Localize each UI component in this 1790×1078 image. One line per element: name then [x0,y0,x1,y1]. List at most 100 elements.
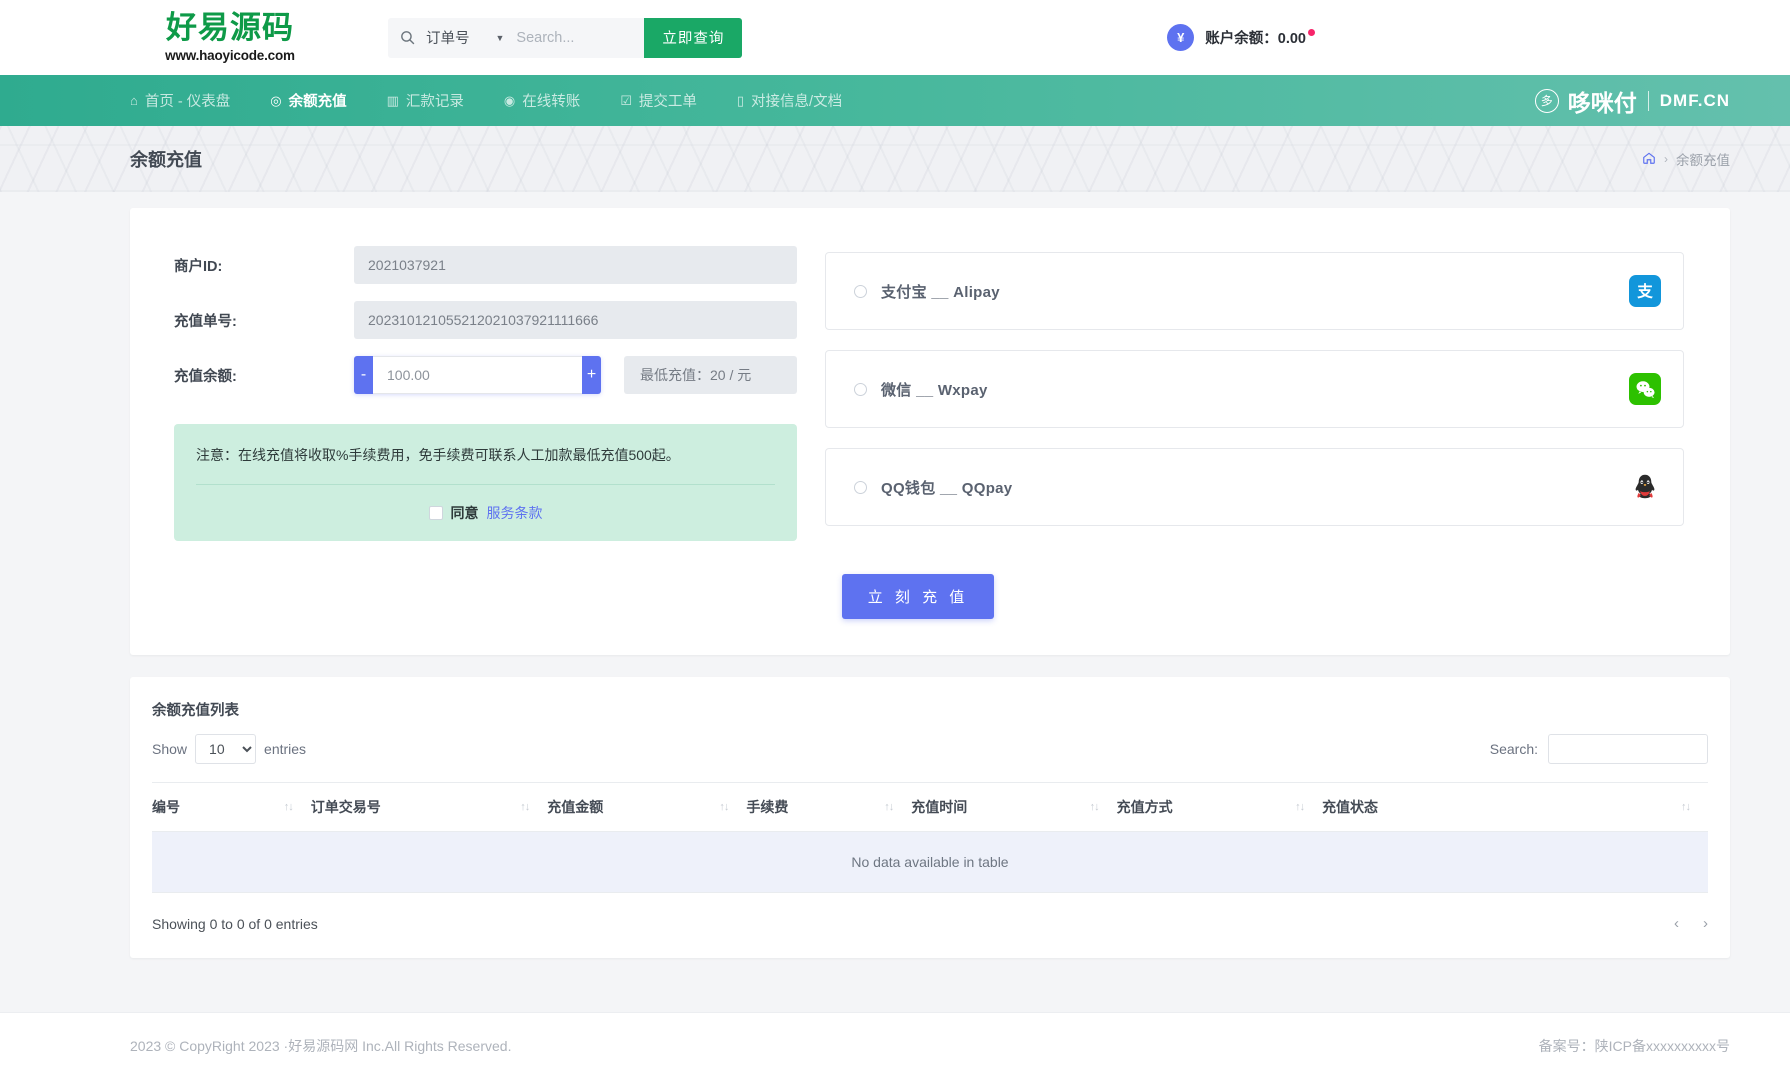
column-header-method[interactable]: 充值方式 ↑↓ [1116,782,1323,832]
table-empty-row: No data available in table [152,831,1708,893]
label-merchant-id: 商户ID: [174,258,223,275]
breadcrumb-current: 余额充值 [1676,153,1730,168]
search-type-dropdown[interactable]: 订单号 ▼ [426,18,516,58]
page-title: 余额充值 [130,150,202,170]
table-search-label: Search: [1489,741,1538,757]
doc-icon: ▯ [736,93,745,108]
label-order-no: 充值单号: [174,313,237,330]
nav-label-remittance: 汇款记录 [405,94,464,110]
page-size-select[interactable]: 10 25 50 100 [195,734,257,764]
amount-increase-button[interactable]: + [582,356,601,394]
search-input[interactable] [516,17,645,58]
payment-label-qqpay: QQ钱包 __ QQpay [881,479,1013,497]
agree-label: 同意 [450,505,479,522]
submit-recharge-button[interactable]: 立 刻 充 值 [841,574,995,619]
breadcrumb: › 余额充值 [1642,149,1730,169]
agreement-row: 同意 服务条款 [196,485,775,523]
column-header-fee[interactable]: 手续费 ↑↓ [746,782,912,832]
radio-qqpay[interactable] [854,480,867,494]
main-navigation: ⌂ 首页 - 仪表盘 ◎ 余额充值 ▥ 汇款记录 ◉ 在线转账 ☑ 提交工单 ▯… [0,75,1790,126]
table-header-row: 编号 ↑↓ 订单交易号 ↑↓ 充值金额 ↑↓ 手续费 ↑↓ 充值时间 ↑↓ 充值方式 ↑↓ … [152,782,1708,832]
search-submit-button[interactable]: 立即查询 [644,17,743,58]
wallet-icon: ◎ [270,93,282,108]
column-header-id[interactable]: 编号 ↑↓ [152,782,311,832]
brand-name-cn: 哆咪付 [1567,90,1637,117]
account-balance[interactable]: ¥ 账户余额：0.00 [1167,24,1315,51]
brand-mark-icon: 多 [1534,88,1559,113]
recharge-table: 编号 ↑↓ 订单交易号 ↑↓ 充值金额 ↑↓ 手续费 ↑↓ 充值时间 ↑↓ 充值方式 ↑↓ … [152,782,1708,893]
column-header-amount[interactable]: 充值金额 ↑↓ [547,782,747,832]
breadcrumb-separator: › [1664,152,1668,166]
notification-dot-icon [1308,29,1315,36]
table-search-input[interactable] [1548,734,1708,764]
agree-checkbox[interactable] [428,506,443,521]
nav-label-docs: 对接信息/文档 [751,94,843,110]
recharge-form: 商户ID: 2021037921 充值单号: 20231012105521202… [152,246,797,546]
payment-option-qqpay[interactable]: QQ钱包 __ QQpay [825,448,1684,526]
sort-icon: ↑↓ [884,801,894,813]
logo-url-text: www.haoyicode.com [165,47,295,63]
payment-option-alipay[interactable]: 支付宝 __ Alipay 支 [825,252,1684,330]
radio-alipay[interactable] [854,284,867,298]
nav-item-dashboard[interactable]: ⌂ 首页 - 仪表盘 [130,90,230,111]
recharge-list-card: 余额充值列表 Show 10 25 50 100 entries Search: [130,677,1730,958]
nav-item-remittance[interactable]: ▥ 汇款记录 [387,90,464,111]
list-controls: Show 10 25 50 100 entries Search: [152,734,1708,764]
yen-currency-icon: ¥ [1167,24,1195,51]
payment-option-wechat[interactable]: 微信 __ Wxpay [825,350,1684,428]
nav-item-transfer[interactable]: ◉ 在线转账 [504,90,580,111]
page-root: 好易源码 www.haoyicode.com 订单号 ▼ 立即查询 ¥ 账户余额… [0,0,1790,1078]
sort-icon: ↑↓ [520,801,530,813]
entries-label: entries [264,741,307,757]
global-search-bar[interactable]: 订单号 ▼ 立即查询 [388,17,743,58]
amount-stepper[interactable]: - + [354,356,601,394]
chevron-down-icon: ▼ [495,32,505,43]
breadcrumb-home-icon[interactable] [1642,151,1656,168]
nav-label-transfer: 在线转账 [522,94,581,110]
payment-label-alipay: 支付宝 __ Alipay [881,283,1000,301]
sort-icon: ↑↓ [283,801,294,813]
nav-item-recharge[interactable]: ◎ 余额充值 [270,90,346,111]
nav-label-dashboard: 首页 - 仪表盘 [144,94,231,110]
table-pagination: ‹ › [1674,915,1708,932]
pagination-next-button[interactable]: › [1703,915,1708,932]
minimum-recharge-note: 最低充值：20 / 元 [624,356,797,394]
table-footer: Showing 0 to 0 of 0 entries ‹ › [152,915,1708,932]
wechat-icon [1629,373,1661,405]
pagination-prev-button[interactable]: ‹ [1674,915,1679,932]
home-icon: ⌂ [130,93,138,108]
page-footer: 2023 © CopyRight 2023 ·好易源码网 Inc.All Rig… [0,1012,1790,1078]
column-header-transaction-no[interactable]: 订单交易号 ↑↓ [310,782,548,832]
column-label: 编号 [152,799,180,815]
payment-label-wechat: 微信 __ Wxpay [881,381,988,399]
payment-method-list: 支付宝 __ Alipay 支 微信 __ Wxpay QQ钱包 __ QQpa… [825,246,1684,546]
column-label: 充值时间 [911,799,968,815]
brand-divider [1647,90,1649,111]
search-type-label: 订单号 [426,31,470,47]
sort-icon: ↑↓ [1681,801,1691,813]
svg-text:支: 支 [1636,282,1653,301]
radio-wechat[interactable] [854,382,867,396]
amount-decrease-button[interactable]: - [354,356,373,394]
notice-text: 注意：在线充值将收取%手续费用，免手续费可联系人工加款最低充值500起。 [196,447,680,463]
amount-input[interactable] [373,356,582,394]
brand-name-en: DMF.CN [1659,90,1730,110]
search-icon [388,18,426,58]
nav-item-docs[interactable]: ▯ 对接信息/文档 [737,90,842,111]
nav-item-ticket[interactable]: ☑ 提交工单 [620,90,697,111]
column-label: 订单交易号 [310,799,381,815]
table-body: No data available in table [152,831,1708,893]
table-info-text: Showing 0 to 0 of 0 entries [152,915,318,932]
terms-of-service-link[interactable]: 服务条款 [487,503,543,523]
page-header-band: 余额充值 › 余额充值 [0,126,1790,192]
nav-label-recharge: 余额充值 [288,94,347,110]
sort-icon: ↑↓ [719,801,729,813]
bar-chart-icon: ▥ [386,93,399,108]
qqpay-icon [1629,471,1661,503]
column-header-time[interactable]: 充值时间 ↑↓ [911,782,1117,832]
page-size-control: Show 10 25 50 100 entries [152,734,306,764]
column-label: 手续费 [746,799,789,815]
nav-label-ticket: 提交工单 [638,94,697,110]
column-header-status[interactable]: 充值状态 ↑↓ [1322,782,1708,832]
site-logo[interactable]: 好易源码 www.haoyicode.com [130,12,330,63]
